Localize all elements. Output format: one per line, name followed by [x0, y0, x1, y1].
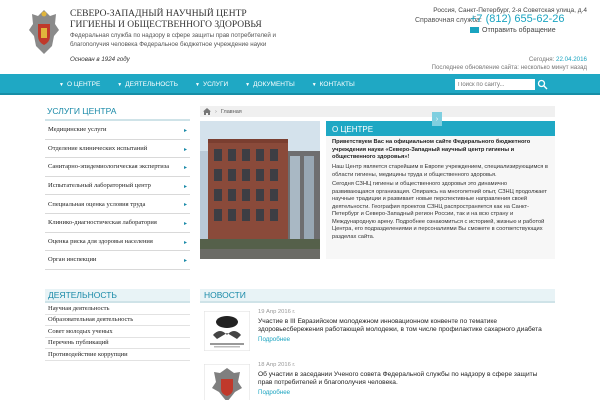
news-panel: Новости 19 Апр 2016 г. Участие в III Евр… [200, 289, 555, 400]
chevron-right-icon: ▸ [183, 202, 187, 209]
triangle-down-icon: ▼ [59, 81, 64, 88]
slider-next-button[interactable]: › [432, 112, 442, 126]
read-more-link[interactable]: Подробнее [258, 336, 290, 343]
nav-item-documents[interactable]: ▼ Документы [241, 74, 308, 95]
activity-item-science[interactable]: Научная деятельность [45, 303, 190, 315]
org-title: Северо-Западный научный центр гигиены и … [70, 9, 262, 30]
about-paragraph-2: Сегодня СЗНЦ гигиены и общественного здо… [332, 181, 547, 240]
nav-item-label: Документы [253, 81, 295, 88]
service-item-expertise[interactable]: Санитарно-эпидемиологическая экспертиза ▸ [45, 158, 190, 177]
news-item: 19 Апр 2016 г. Участие в III Евразийском… [200, 303, 555, 356]
nav-item-about[interactable]: ▼ О центре [55, 74, 113, 95]
mail-icon [470, 27, 479, 34]
building-photo [200, 121, 320, 259]
activity-item-publications[interactable]: Перечень публикаций [45, 338, 190, 349]
search-input[interactable] [455, 79, 535, 90]
triangle-down-icon: ▼ [245, 81, 251, 88]
header: Северо-Западный научный центр гигиены и … [0, 0, 600, 74]
home-icon[interactable] [203, 108, 211, 115]
today-date: Сегодня: 22.04.2016 [529, 56, 587, 63]
nav-item-label: Деятельность [125, 81, 178, 88]
chevron-right-icon: ▸ [183, 239, 187, 246]
chevron-right-icon: ▸ [183, 220, 187, 227]
breadcrumb-current: Главная [220, 108, 242, 115]
service-item-labor-assessment[interactable]: Специальная оценка условия труда ▸ [45, 195, 190, 214]
service-item-label: Испытательный лабораторный центр [48, 182, 151, 190]
news-image[interactable] [204, 311, 250, 351]
news-title: Новости [200, 289, 555, 303]
phone-link[interactable]: +7 (812) 655-62-26 [470, 13, 564, 25]
send-appeal-label: Отправить обращение [482, 27, 556, 34]
nav-item-label: Контакты [319, 81, 355, 88]
news-item: 18 Апр 2016 г. Об участии в заседании Уч… [200, 356, 555, 400]
main-nav: ▼ О центре ▼ Деятельность ▼ Услуги ▼ Докумен… [0, 74, 600, 95]
nav-item-activity[interactable]: ▼ Деятельность [113, 74, 191, 95]
activity-panel: Деятельность Научная деятельность Образо… [45, 289, 190, 361]
service-item-diagnostic-lab[interactable]: Клинико-диагностическая лаборатория ▸ [45, 214, 190, 233]
service-item-clinical-trials[interactable]: Отделение клинических испытаний ▸ [45, 140, 190, 159]
today-value: 22.04.2016 [556, 56, 587, 63]
search-icon[interactable] [537, 79, 548, 90]
chevron-right-icon: ▸ [183, 258, 187, 265]
chevron-right-icon: ▸ [183, 183, 187, 190]
activity-title: Деятельность [45, 289, 190, 303]
org-founded: Основан в 1924 году [70, 56, 130, 63]
service-item-label: Санитарно-эпидемиологическая экспертиза [48, 163, 170, 171]
nav-item-label: Услуги [202, 81, 229, 88]
chevron-right-icon: ▸ [183, 165, 187, 172]
services-panel: Услуги центра Медицинские услуги ▸ Отделе… [45, 106, 190, 270]
service-item-label: Клинико-диагностическая лаборатория [48, 219, 157, 227]
news-date: 18 Апр 2016 г. [258, 362, 296, 368]
services-title: Услуги центра [45, 106, 190, 121]
about-intro: Приветствуем Вас на официальном сайте Фе… [332, 139, 531, 161]
news-headline[interactable]: Участие в III Евразийском молодежном инн… [258, 318, 548, 335]
triangle-down-icon: ▼ [311, 81, 317, 88]
service-item-medical[interactable]: Медицинские услуги ▸ [45, 121, 190, 140]
activity-item-anticorruption[interactable]: Противодействие коррупции [45, 349, 190, 361]
nav-items: ▼ О центре ▼ Деятельность ▼ Услуги ▼ Докумен… [55, 74, 368, 95]
service-item-label: Медицинские услуги [48, 126, 107, 134]
chevron-right-icon: ▸ [183, 146, 187, 153]
news-date: 19 Апр 2016 г. [258, 309, 296, 315]
service-item-label: Орган инспекции [48, 256, 97, 264]
about-panel: О центре Приветствуем Вас на официальном… [326, 121, 555, 259]
read-more-link[interactable]: Подробнее [258, 389, 290, 396]
service-item-inspection[interactable]: Орган инспекции ▸ [45, 251, 190, 270]
emblem-logo-icon[interactable] [28, 8, 60, 56]
last-update: Последнее обновление сайта: несколько ми… [431, 64, 588, 71]
service-item-lab-center[interactable]: Испытательный лабораторный центр ▸ [45, 177, 190, 196]
triangle-down-icon: ▼ [194, 81, 200, 88]
nav-item-services[interactable]: ▼ Услуги [191, 74, 241, 95]
service-item-label: Отделение клинических испытаний [48, 144, 148, 152]
org-subtitle: Федеральная служба по надзору в сфере за… [70, 32, 276, 48]
chevron-right-icon: › [435, 115, 439, 123]
chevron-right-icon: ▸ [183, 128, 187, 134]
activity-item-young-scientists[interactable]: Совет молодых ученых [45, 326, 190, 338]
service-item-label: Специальная оценка условия труда [48, 200, 146, 208]
breadcrumb: › Главная [200, 106, 555, 117]
news-headline[interactable]: Об участии в заседании Ученого совета Фе… [258, 371, 548, 388]
service-item-label: Оценка риска для здоровья населения [48, 237, 153, 245]
today-label: Сегодня: [528, 56, 555, 63]
breadcrumb-separator: › [215, 108, 217, 115]
news-image[interactable] [204, 364, 250, 400]
triangle-down-icon: ▼ [117, 81, 123, 88]
about-paragraph-1: Наш Центр является старейшим в Европе уч… [332, 164, 548, 178]
service-item-risk-assessment[interactable]: Оценка риска для здоровья населения ▸ [45, 233, 190, 252]
send-appeal-link[interactable]: Отправить обращение [470, 27, 556, 34]
nav-item-contacts[interactable]: ▼ Контакты [308, 74, 368, 95]
nav-item-label: О центре [66, 81, 101, 88]
activity-item-education[interactable]: Образовательная деятельность [45, 315, 190, 326]
